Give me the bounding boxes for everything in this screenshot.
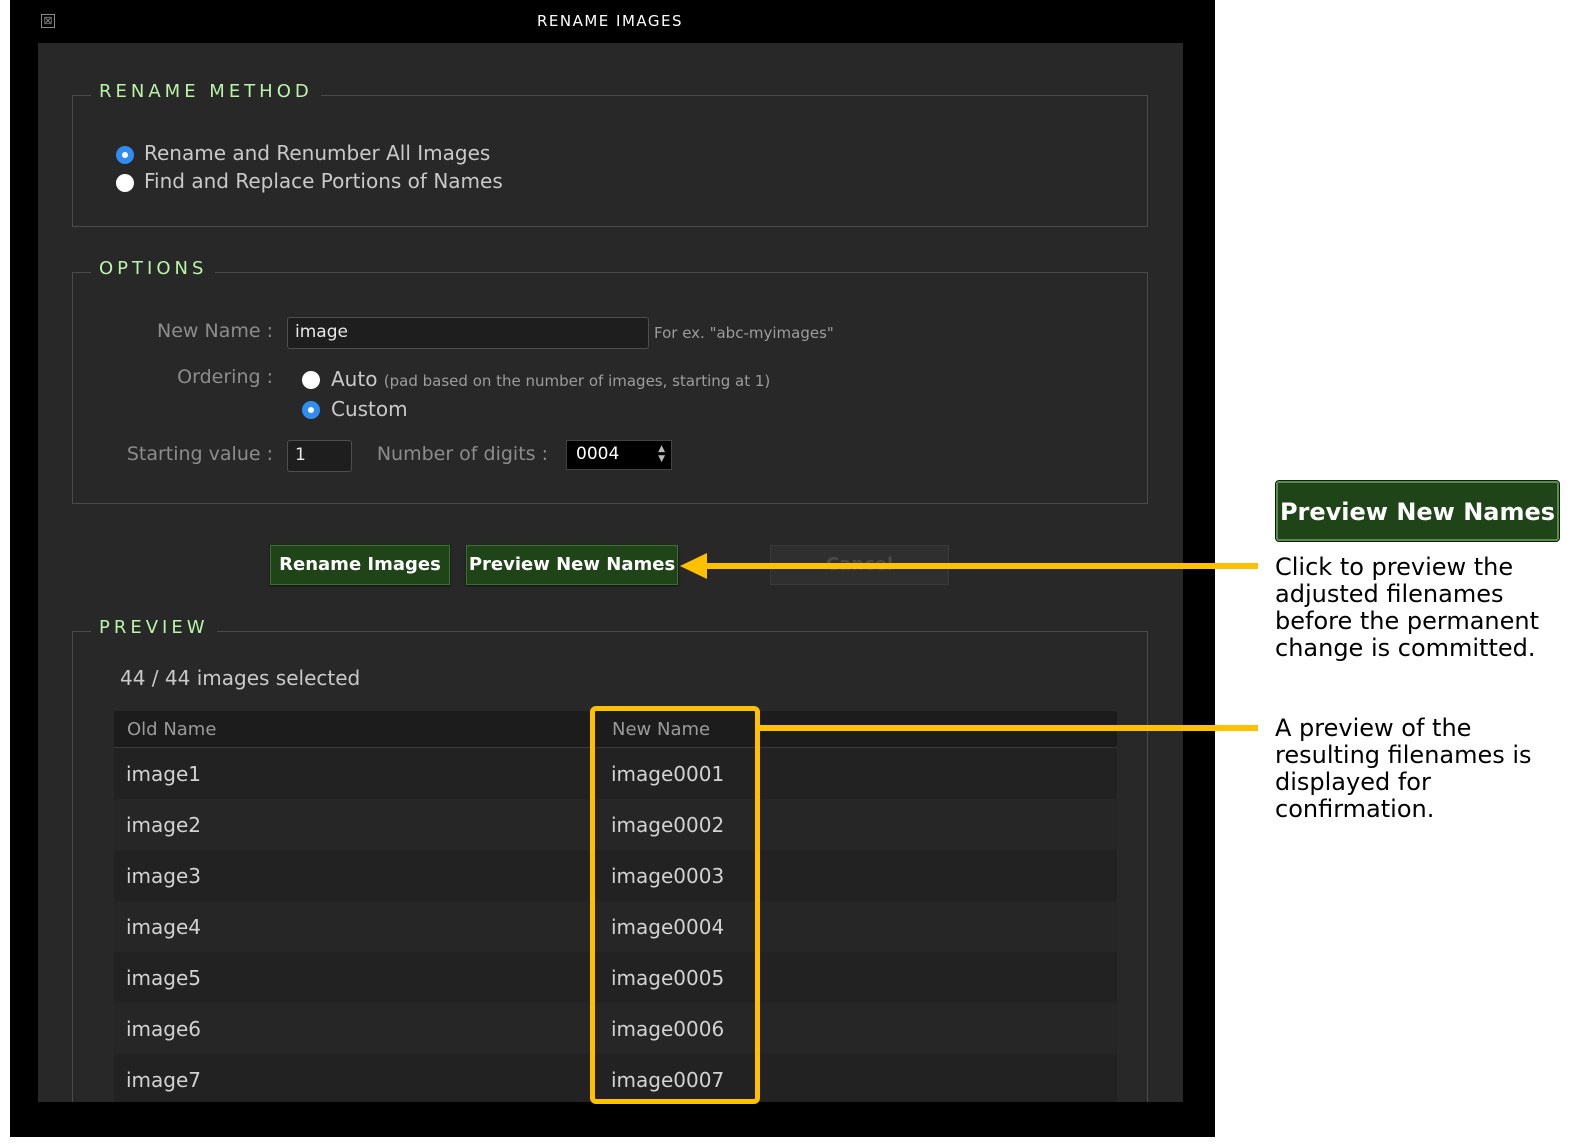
rename-method-legend: RENAME METHOD — [91, 81, 321, 102]
old-name-cell: image3 — [126, 864, 202, 888]
callout-line-preview-table — [760, 725, 1258, 731]
radio-find-replace[interactable] — [116, 174, 134, 192]
dialog-title: RENAME IMAGES — [536, 12, 684, 30]
new-name-input[interactable]: image — [287, 317, 649, 349]
options-group: OPTIONS New Name : image For ex. "abc-my… — [72, 258, 1148, 504]
callout-line-preview-button — [705, 563, 1258, 569]
note-preview-table: A preview of the resulting filenames is … — [1275, 714, 1532, 823]
digits-stepper[interactable]: 0004 ▲ ▼ — [566, 440, 672, 470]
digits-value: 0004 — [576, 444, 620, 464]
title-bar: ⊠ RENAME IMAGES — [10, 0, 1215, 43]
radio-rename-renumber-label[interactable]: Rename and Renumber All Images — [144, 141, 490, 165]
ordering-auto-label[interactable]: Auto (pad based on the number of images,… — [331, 367, 770, 391]
radio-ordering-custom[interactable] — [302, 401, 320, 419]
old-name-cell: image7 — [126, 1068, 202, 1092]
starting-value-label: Starting value : — [126, 443, 273, 465]
digits-label: Number of digits : — [376, 443, 548, 465]
old-name-cell: image4 — [126, 915, 202, 939]
column-old-name[interactable]: Old Name — [127, 719, 216, 740]
new-name-label: New Name : — [157, 320, 273, 342]
options-legend: OPTIONS — [91, 258, 216, 279]
radio-find-replace-label[interactable]: Find and Replace Portions of Names — [144, 169, 503, 193]
old-name-cell: image1 — [126, 762, 202, 786]
rename-method-group: RENAME METHOD Rename and Renumber All Im… — [72, 81, 1148, 227]
ordering-custom-label[interactable]: Custom — [331, 397, 408, 421]
old-name-cell: image6 — [126, 1017, 202, 1041]
radio-rename-renumber[interactable] — [116, 146, 134, 164]
ordering-auto-text: Auto — [331, 367, 378, 391]
ordering-auto-hint: (pad based on the number of images, star… — [383, 372, 771, 390]
stepper-arrows-icon[interactable]: ▲ ▼ — [658, 444, 665, 464]
old-name-cell: image2 — [126, 813, 202, 837]
new-name-column-highlight — [590, 706, 760, 1104]
new-name-hint: For ex. "abc-myimages" — [654, 324, 834, 342]
rename-images-button[interactable]: Rename Images — [270, 545, 450, 585]
radio-ordering-auto[interactable] — [302, 371, 320, 389]
starting-value-input[interactable]: 1 — [287, 440, 352, 472]
ordering-label: Ordering : — [177, 366, 273, 388]
preview-new-names-button[interactable]: Preview New Names — [466, 545, 678, 585]
note-preview-button: Click to preview the adjusted filenames … — [1275, 553, 1540, 662]
old-name-cell: image5 — [126, 966, 202, 990]
preview-legend: PREVIEW — [91, 617, 217, 638]
callout-preview-button: Preview New Names — [1275, 480, 1560, 542]
selection-count: 44 / 44 images selected — [120, 666, 361, 690]
callout-arrow-icon — [680, 553, 707, 579]
